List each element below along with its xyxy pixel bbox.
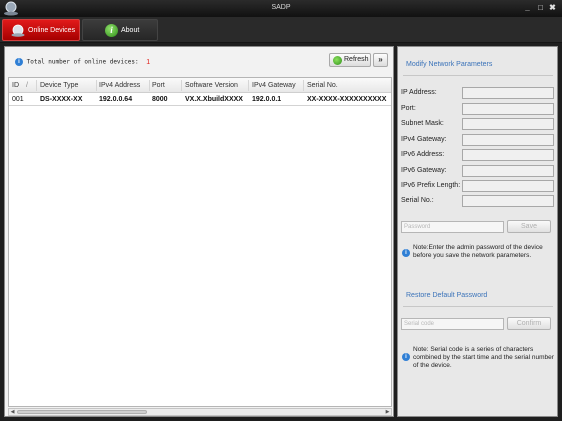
ipv4-gateway-label: IPv4 Gateway: <box>401 136 447 143</box>
column-header-port[interactable]: Port <box>152 82 165 89</box>
info-icon: i <box>105 24 118 37</box>
horizontal-scrollbar[interactable]: ◀ ▶ <box>8 408 392 416</box>
column-header-id[interactable]: ID <box>12 82 19 89</box>
column-divider <box>248 80 249 91</box>
ipv4-gateway-field[interactable] <box>462 134 554 146</box>
column-divider <box>303 80 304 91</box>
ipv6-gateway-label: IPv6 Gateway: <box>401 167 447 174</box>
column-divider <box>181 80 182 91</box>
device-count-label: Total number of online devices: <box>26 58 139 66</box>
subnet-mask-field[interactable] <box>462 118 554 130</box>
device-count-value: 1 <box>146 58 151 66</box>
tab-label: Online Devices <box>28 27 76 34</box>
title-bar: SADP _ □ ✖ <box>0 0 562 17</box>
port-field[interactable] <box>462 103 554 115</box>
modify-network-title: Modify Network Parameters <box>406 61 493 68</box>
serial-code-note: Note: Serial code is a series of charact… <box>413 346 554 369</box>
device-count-row: i Total number of online devices: 1 <box>15 58 150 66</box>
column-divider <box>149 80 150 91</box>
confirm-button[interactable]: Confirm <box>507 317 551 330</box>
info-icon: i <box>402 249 410 257</box>
password-input[interactable]: Password <box>401 221 504 233</box>
minimize-button[interactable]: _ <box>523 3 532 13</box>
column-header-serial-no[interactable]: Serial No. <box>307 82 338 89</box>
port-label: Port: <box>401 105 416 112</box>
table-header: ID / Device Type IPv4 Address Port Softw… <box>9 78 391 93</box>
parameters-panel: Modify Network Parameters IP Address: Po… <box>397 46 558 417</box>
refresh-icon <box>333 56 342 65</box>
info-icon: i <box>15 58 23 66</box>
scroll-right-icon[interactable]: ▶ <box>384 409 391 415</box>
tab-online-devices[interactable]: Online Devices <box>2 19 80 41</box>
refresh-label: Refresh <box>344 56 369 63</box>
tab-about[interactable]: i About <box>82 19 158 41</box>
sort-indicator: / <box>26 82 28 89</box>
cell-software-version: VX.X.XbuildXXXX <box>185 96 243 103</box>
subnet-mask-label: Subnet Mask: <box>401 120 444 127</box>
refresh-button[interactable]: Refresh <box>329 53 371 67</box>
column-divider <box>96 80 97 91</box>
ipv6-prefix-length-field[interactable] <box>462 180 554 192</box>
table-row[interactable]: 001 DS-XXXX-XX 192.0.0.64 8000 VX.X.Xbui… <box>9 93 391 106</box>
column-header-device-type[interactable]: Device Type <box>40 82 78 89</box>
tab-bar: Online Devices i About <box>0 17 562 43</box>
device-list-panel: i Total number of online devices: 1 Refr… <box>4 46 394 417</box>
scrollbar-thumb[interactable] <box>17 410 147 414</box>
expand-panel-button[interactable]: » <box>373 53 388 67</box>
tab-label: About <box>121 27 140 34</box>
cell-ipv4-gateway: 192.0.0.1 <box>252 96 282 103</box>
ipv6-address-field[interactable] <box>462 149 554 161</box>
serial-no-label: Serial No.: <box>401 197 434 204</box>
device-table: ID / Device Type IPv4 Address Port Softw… <box>8 77 392 407</box>
ipv6-address-label: IPv6 Address: <box>401 151 445 158</box>
ipv6-prefix-length-label: IPv6 Prefix Length: <box>401 182 461 189</box>
column-header-software-version[interactable]: Software Version <box>185 82 238 89</box>
cell-port: 8000 <box>152 96 168 103</box>
window-title: SADP <box>271 4 291 11</box>
cell-ipv4-address: 192.0.0.64 <box>99 96 133 103</box>
network-globe-icon <box>11 24 25 37</box>
ip-address-label: IP Address: <box>401 89 437 96</box>
serial-no-field[interactable] <box>462 195 554 207</box>
restore-password-title: Restore Default Password <box>406 292 488 299</box>
ip-address-field[interactable] <box>462 87 554 99</box>
info-icon: i <box>402 353 410 361</box>
serial-code-input[interactable]: Serial code <box>401 318 504 330</box>
section-divider <box>403 306 553 307</box>
cell-serial-no: XX-XXXX-XXXXXXXXXX <box>307 96 387 103</box>
save-button[interactable]: Save <box>507 220 551 233</box>
ipv6-gateway-field[interactable] <box>462 165 554 177</box>
column-header-ipv4-gateway[interactable]: IPv4 Gateway <box>252 82 296 89</box>
section-divider <box>403 75 553 76</box>
scroll-left-icon[interactable]: ◀ <box>9 409 16 415</box>
cell-device-type: DS-XXXX-XX <box>40 96 83 103</box>
column-header-ipv4-address[interactable]: IPv4 Address <box>99 82 140 89</box>
close-button[interactable]: ✖ <box>548 3 557 13</box>
column-divider <box>36 80 37 91</box>
cell-id: 001 <box>12 96 24 103</box>
maximize-button[interactable]: □ <box>536 3 545 13</box>
save-note: Note:Enter the admin password of the dev… <box>413 244 543 259</box>
